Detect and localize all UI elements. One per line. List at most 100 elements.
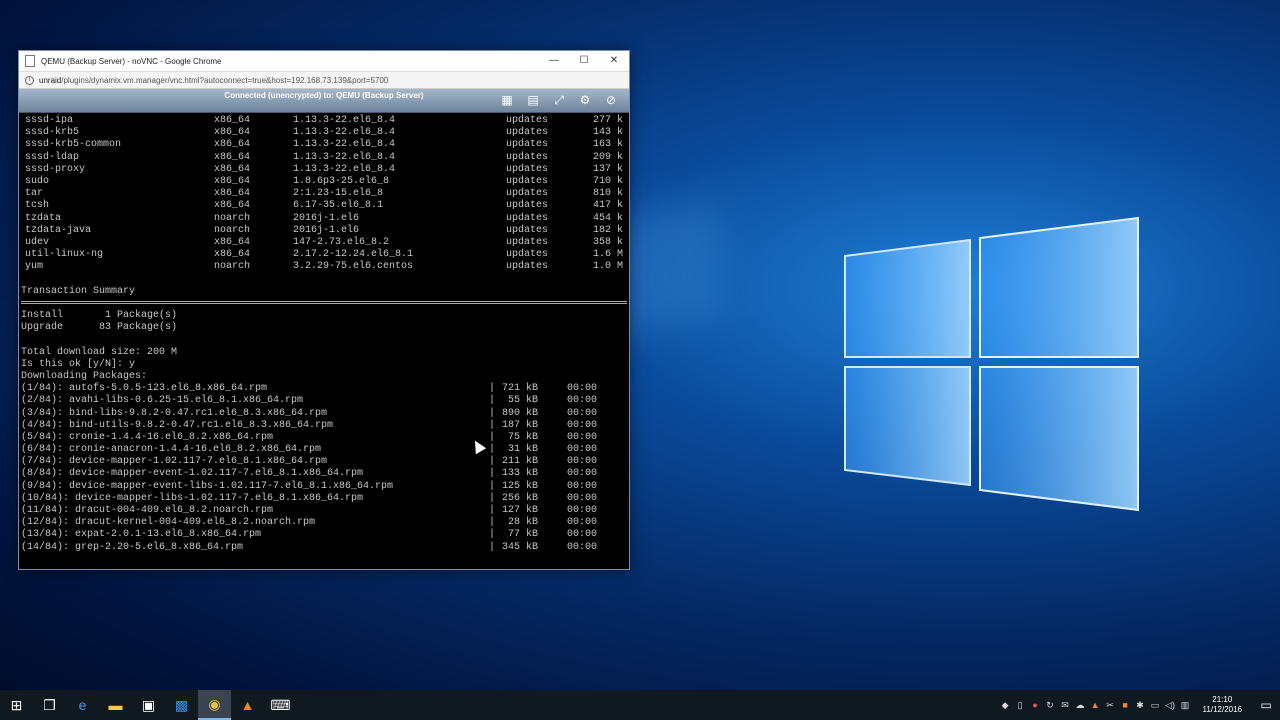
download-file: (5/84): cronie-1.4.4-16.el6_8.2.x86_64.r…	[21, 431, 274, 443]
cloud-icon[interactable]: ☁	[1073, 700, 1088, 711]
novnc-control-bar: Connected (unencrypted) to: QEMU (Backup…	[19, 89, 629, 113]
download-progress-divider: |	[489, 407, 496, 419]
task-view-icon[interactable]: ❐	[33, 690, 66, 720]
download-file: (2/84): avahi-libs-0.6.25-15.el6_8.1.x86…	[21, 395, 304, 407]
outlook-icon[interactable]: ▩	[165, 690, 198, 720]
download-row: (10/84): device-mapper-libs-1.02.117-7.e…	[19, 493, 629, 505]
chrome-window[interactable]: QEMU (Backup Server) - noVNC - Google Ch…	[18, 50, 630, 570]
download-size: 187 kB	[501, 419, 538, 431]
notification-icon[interactable]: ▭	[1252, 698, 1280, 712]
system-tray: ◆ ▯ ● ↻ ✉ ☁ ▲ ✂ ■ ✱ ▭ ◁) ▥ 21:10 11/12/2…	[998, 690, 1280, 720]
gear-icon[interactable]: ⚙	[575, 91, 595, 109]
window-titlebar[interactable]: QEMU (Backup Server) - noVNC - Google Ch…	[19, 51, 629, 71]
package-name: sudo	[25, 175, 50, 187]
disconnect-icon[interactable]: ⊘	[601, 91, 621, 109]
download-progress-divider: |	[489, 505, 496, 516]
package-version: 1.13.3-22.el6_8.4	[293, 127, 396, 139]
app-icon[interactable]: ⌨	[264, 690, 297, 720]
package-repo: updates	[506, 188, 549, 200]
keyboard-layout-icon[interactable]: ▥	[1178, 700, 1193, 711]
download-progress-divider: |	[489, 492, 496, 504]
confirm-prompt: Is this ok [y/N]: y	[21, 358, 136, 370]
start-windows-icon[interactable]: ⊞	[0, 690, 33, 720]
clipboard-icon[interactable]: ▤	[523, 91, 543, 109]
download-size: 75 kB	[507, 431, 538, 443]
download-progress-divider: |	[489, 480, 496, 492]
package-name: sssd-ldap	[25, 151, 80, 163]
keyboard-icon[interactable]: ▦	[497, 91, 517, 109]
usb-icon[interactable]: ▯	[1013, 700, 1028, 711]
file-explorer-icon[interactable]: ▬	[99, 690, 132, 720]
vnc-console[interactable]: sssd-ipa x86_64 1.13.3-22.el6_8.4 updates 27…	[19, 113, 629, 569]
sync-icon[interactable]: ↻	[1043, 700, 1058, 711]
download-size: 211 kB	[501, 456, 538, 468]
fullscreen-icon[interactable]: ⤢	[549, 91, 569, 109]
record-icon[interactable]: ●	[1028, 700, 1043, 710]
download-time: 00:00	[567, 383, 598, 395]
download-row: (7/84): device-mapper-1.02.117-7.el6_8.1…	[19, 456, 629, 468]
package-name: yum	[25, 261, 44, 273]
url-text[interactable]: unraid/plugins/dynamix.vm.manager/vnc.ht…	[39, 76, 388, 85]
minimize-button[interactable]: —	[539, 51, 569, 71]
package-name: udev	[25, 236, 50, 248]
package-name: tar	[25, 188, 44, 200]
clock-date: 11/12/2016	[1202, 705, 1242, 714]
download-row: (9/84): device-mapper-event-libs-1.02.11…	[19, 481, 629, 493]
volume-icon[interactable]: ◁)	[1163, 700, 1178, 711]
package-repo: updates	[506, 200, 549, 212]
info-icon[interactable]: i	[25, 75, 34, 85]
download-file: (14/84): grep-2.20-5.el6_8.x86_64.rpm	[21, 541, 244, 553]
edge-browser-icon[interactable]: e	[66, 690, 99, 720]
package-row: sudo x86_64 1.8.6p3-25.el6_8 updates 710 k	[19, 176, 629, 188]
url-host: unraid	[39, 75, 62, 85]
windows-logo-wallpaper	[844, 216, 1139, 512]
download-file: (12/84): dracut-kernel-004-409.el6_8.2.n…	[21, 517, 316, 529]
download-size: 721 kB	[501, 383, 538, 395]
package-arch: x86_64	[214, 200, 251, 212]
package-name: util-linux-ng	[25, 249, 104, 261]
page-icon	[25, 55, 35, 67]
download-time: 00:00	[567, 395, 598, 407]
upgrade-count: 83 Package(s)	[99, 322, 178, 334]
vlc-icon[interactable]: ▲	[231, 690, 264, 720]
maximize-button[interactable]: ☐	[569, 51, 599, 71]
network-icon[interactable]: ▭	[1148, 700, 1163, 711]
close-button[interactable]: ✕	[599, 51, 629, 71]
download-row: (8/84): device-mapper-event-1.02.117-7.e…	[19, 468, 629, 480]
taskbar: ⊞ ❐ e ▬ ▣ ▩ ◉ ▲ ⌨ ◆ ▯ ● ↻ ✉ ☁ ▲ ✂ ■ ✱ ▭ …	[0, 690, 1280, 720]
download-size: 125 kB	[501, 480, 538, 492]
download-progress-divider: |	[489, 431, 496, 443]
chrome-icon[interactable]: ◉	[198, 690, 231, 720]
shield-icon[interactable]: ◆	[998, 700, 1013, 711]
download-file: (1/84): autofs-5.0.5-123.el6_8.x86_64.rp…	[21, 383, 268, 395]
package-row: util-linux-ng x86_64 2.17.2-12.24.el6_8.1 u…	[19, 249, 629, 261]
bluetooth-icon[interactable]: ✱	[1133, 700, 1148, 711]
package-size: 163 k	[592, 139, 623, 151]
outlook-tray-icon[interactable]: ✉	[1058, 700, 1073, 711]
package-row: sssd-proxy x86_64 1.13.3-22.el6_8.4 updates…	[19, 164, 629, 176]
download-row: (13/84): expat-2.0.1-13.el6_8.x86_64.rpm…	[19, 529, 629, 541]
address-bar[interactable]: i unraid/plugins/dynamix.vm.manager/vnc.…	[19, 71, 629, 89]
download-progress-divider: |	[489, 419, 496, 431]
vlc-tray-icon[interactable]: ▲	[1088, 700, 1103, 710]
download-file: (9/84): device-mapper-event-libs-1.02.11…	[21, 480, 394, 492]
package-repo: updates	[506, 224, 549, 236]
orange-app-icon[interactable]: ■	[1118, 700, 1133, 710]
download-file: (7/84): device-mapper-1.02.117-7.el6_8.1…	[21, 456, 328, 468]
download-row: (2/84): avahi-libs-0.6.25-15.el6_8.1.x86…	[19, 395, 629, 407]
download-progress-divider: |	[489, 444, 496, 456]
upgrade-label: Upgrade	[21, 322, 64, 334]
tool-icon[interactable]: ✂	[1103, 700, 1118, 711]
package-version: 6.17-35.el6_8.1	[293, 200, 384, 212]
download-file: (11/84): dracut-004-409.el6_8.2.noarch.r…	[21, 505, 274, 516]
download-progress-divider: |	[489, 395, 496, 407]
download-progress-divider: |	[489, 517, 496, 529]
package-name: tzdata-java	[25, 224, 92, 236]
taskbar-clock[interactable]: 21:10 11/12/2016	[1203, 695, 1242, 715]
download-row: (3/84): bind-libs-9.8.2-0.47.rc1.el6_8.3…	[19, 408, 629, 420]
download-time: 00:00	[567, 480, 598, 492]
package-arch: x86_64	[214, 236, 251, 248]
download-size: 133 kB	[501, 468, 538, 480]
download-row: (5/84): cronie-1.4.4-16.el6_8.2.x86_64.r…	[19, 432, 629, 444]
store-icon[interactable]: ▣	[132, 690, 165, 720]
